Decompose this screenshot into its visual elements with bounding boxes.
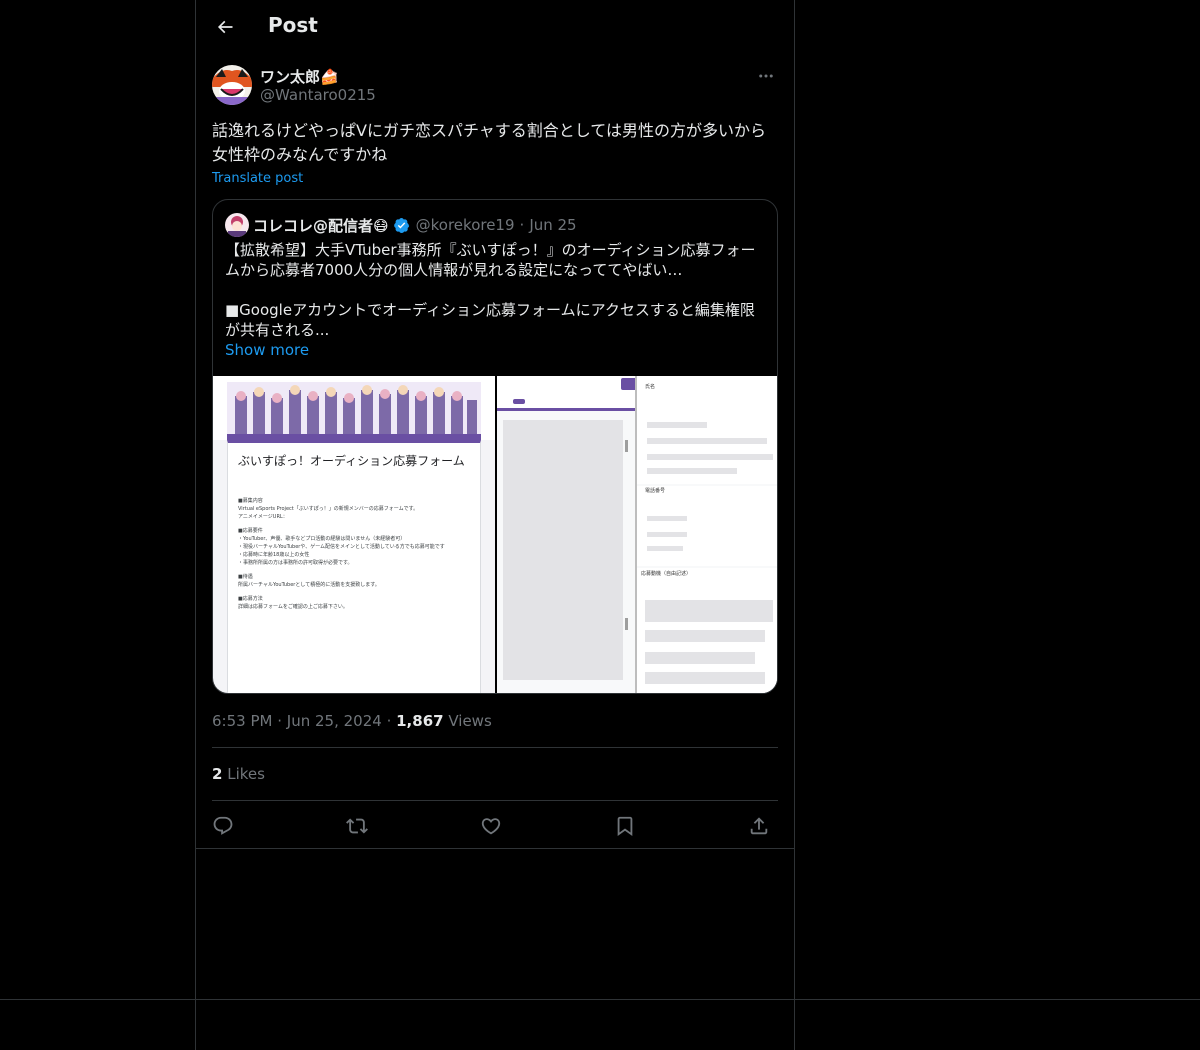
views-count: 1,867 xyxy=(396,712,444,730)
post-text: 話逸れるけどやっぱVにガチ恋スパチャする割合としては男性の方が多いから女性枠のみ… xyxy=(212,121,766,164)
repost-icon xyxy=(346,818,368,834)
share-icon xyxy=(750,817,768,835)
form-line: ■応募要件 xyxy=(238,528,263,534)
views-label: Views xyxy=(448,712,492,730)
avatar-image xyxy=(212,65,252,105)
more-dots-icon xyxy=(759,74,773,78)
author-name[interactable]: ワン太郎🍰 xyxy=(260,66,339,87)
repost-button[interactable] xyxy=(340,810,374,842)
form-line: アニメイメージURL： xyxy=(238,514,288,520)
media-image-form[interactable]: ぶいすぽっ！オーディション応募フォーム ■募集内容 Virtual eSports… xyxy=(213,376,495,693)
form-line: Virtual eSports Project「ぶいすぽっ！」の新規メンバーの応… xyxy=(238,506,419,512)
left-column-border xyxy=(195,0,196,1050)
bookmark-icon xyxy=(617,816,633,837)
divider xyxy=(196,848,794,849)
quoted-post[interactable]: コレコレ@配信者😷 @korekore19 · Jun 25 【拡散希望】大手V… xyxy=(212,199,778,694)
form-card: ぶいすぽっ！オーディション応募フォーム ■募集内容 Virtual eSports… xyxy=(227,440,481,693)
form-line: ・応募時に年齢18歳以上の女性 xyxy=(238,552,310,558)
field-motivation-label: 応募動機（自由記述） xyxy=(641,570,691,577)
quote-author-handle: @korekore19 xyxy=(415,216,515,234)
post-author: ワン太郎🍰 @Wantaro0215 xyxy=(212,64,778,108)
more-options-button[interactable] xyxy=(754,64,778,88)
quote-header: コレコレ@配信者😷 @korekore19 · Jun 25 xyxy=(225,213,577,237)
page-title: Post xyxy=(268,13,318,37)
form-line: ・YouTuber、声優、歌手などプロ活動の経験は問いません（未経験者可） xyxy=(238,536,406,542)
form-line: ・事務所所属の方は事務所の許可取得が必要です。 xyxy=(238,560,353,566)
page-divider xyxy=(0,999,1200,1000)
action-bar xyxy=(212,810,778,842)
form-line: ■待遇 xyxy=(238,574,253,580)
share-button[interactable] xyxy=(742,810,776,842)
quote-date: Jun 25 xyxy=(529,216,577,234)
quote-text: 【拡散希望】大手VTuber事務所『ぶいすぽっ！』のオーディション応募フォームか… xyxy=(225,241,756,339)
like-button[interactable] xyxy=(474,810,508,842)
separator-dot: · xyxy=(386,712,397,730)
form-line: ■応募方法 xyxy=(238,596,263,602)
verified-badge-icon xyxy=(393,217,409,233)
show-more-link[interactable]: Show more xyxy=(225,341,309,359)
field-phone-label: 電話番号 xyxy=(645,487,665,494)
translate-post-link[interactable]: Translate post xyxy=(212,171,303,186)
back-arrow-icon xyxy=(217,20,233,34)
author-handle[interactable]: @Wantaro0215 xyxy=(260,86,376,104)
reply-button[interactable] xyxy=(206,810,240,842)
form-line: 所属バーチャルYouTuberとして積極的に活動を支援致します。 xyxy=(238,582,380,588)
form-line: 詳細は応募フォームをご確認の上ご応募下さい。 xyxy=(238,604,348,610)
divider xyxy=(212,800,778,801)
likes-label: Likes xyxy=(227,765,265,783)
quote-author-name: コレコレ@配信者😷 xyxy=(253,216,389,235)
post-date[interactable]: Jun 25, 2024 xyxy=(287,712,382,730)
form-line: ・現役バーチャルYouTuberや、ゲーム配信をメインとして活動している方でも応… xyxy=(238,544,445,550)
divider xyxy=(212,747,778,748)
header: Post xyxy=(196,0,794,53)
form-line: ■募集内容 xyxy=(238,498,263,504)
form-title: ぶいすぽっ！オーディション応募フォーム xyxy=(238,454,465,468)
reply-icon xyxy=(213,816,233,835)
quote-avatar xyxy=(225,213,249,237)
avatar[interactable] xyxy=(212,65,252,105)
media-image-responses[interactable]: 氏名 電話番号 応募動機（自由記述） xyxy=(497,376,777,693)
likes-stat[interactable]: 2 Likes xyxy=(212,765,265,783)
likes-count: 2 xyxy=(212,765,223,783)
responses-screenshot: 氏名 電話番号 応募動機（自由記述） xyxy=(497,376,777,693)
post-meta: 6:53 PM · Jun 25, 2024 · 1,867 Views xyxy=(212,712,492,730)
right-column-border xyxy=(794,0,795,1050)
heart-icon xyxy=(481,818,501,835)
quote-media: ぶいすぽっ！オーディション応募フォーム ■募集内容 Virtual eSports… xyxy=(213,376,777,693)
separator-dot: · xyxy=(277,712,287,730)
form-description: ■募集内容 Virtual eSports Project「ぶいすぽっ！」の新規メ… xyxy=(238,491,472,693)
bookmark-button[interactable] xyxy=(608,810,642,842)
back-button[interactable] xyxy=(208,10,242,44)
quote-avatar-image xyxy=(225,213,249,237)
separator-dot: · xyxy=(519,216,525,234)
character-banner xyxy=(213,376,495,440)
field-name-label: 氏名 xyxy=(645,383,655,390)
post-time[interactable]: 6:53 PM xyxy=(212,712,272,730)
